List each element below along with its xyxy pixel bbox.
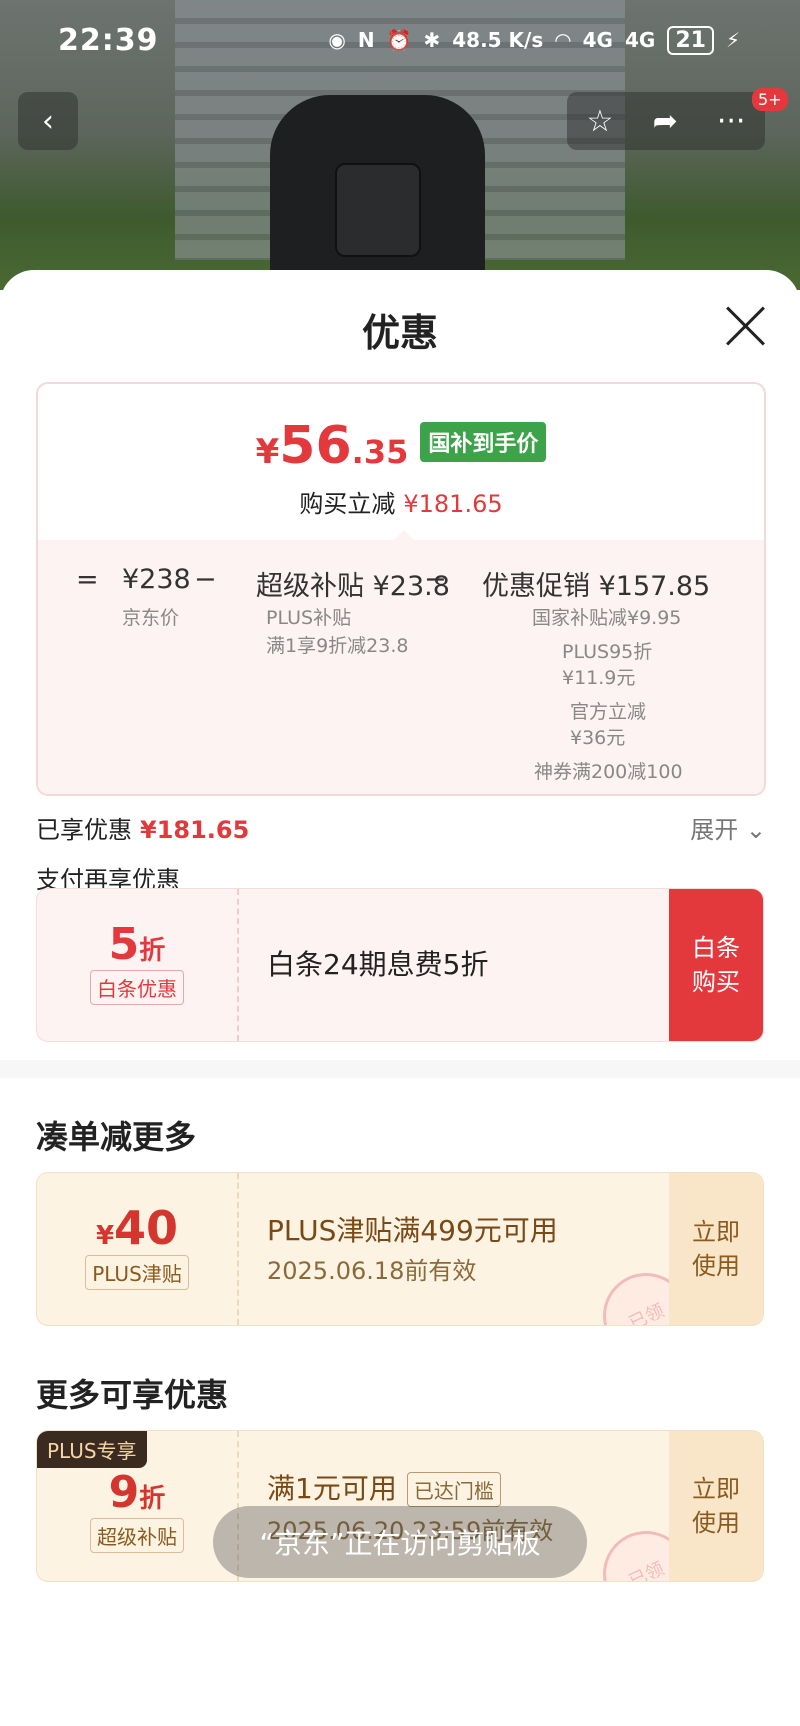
allowance-tag: PLUS津贴 bbox=[85, 1255, 189, 1290]
baitiao-discount: 5折 bbox=[108, 919, 166, 970]
reduce-label: 购买立减 bbox=[299, 490, 396, 518]
equals-sign: = bbox=[76, 564, 99, 595]
subsidy-discount: 9折 bbox=[108, 1467, 166, 1518]
bottle-image bbox=[270, 95, 485, 290]
gov-subsidy-tag: 国补到手价 bbox=[420, 422, 547, 462]
wifi-icon: ◠ bbox=[555, 28, 571, 52]
promo-detail-5: ¥36元 bbox=[570, 727, 626, 749]
baitiao-buy-button[interactable]: 白条 购买 bbox=[669, 889, 763, 1041]
price-formula: = ¥238 − 超级补贴 ¥23.8 − 优惠促销 ¥157.85 京东价 P… bbox=[38, 530, 764, 794]
message-badge: 5+ bbox=[752, 88, 788, 111]
combine-section-title: 凑单减更多 bbox=[36, 1118, 197, 1156]
reduce-row: 购买立减 ¥181.65 bbox=[38, 484, 764, 519]
share-icon[interactable]: ➦ bbox=[653, 104, 678, 139]
baitiao-coupon: 5折 白条优惠 白条24期息费5折 白条 购买 bbox=[36, 888, 764, 1042]
net-speed: 48.5 K/s bbox=[452, 28, 544, 52]
promo-detail-1: 国家补贴减¥9.95 bbox=[532, 607, 682, 629]
minus-sign-2: − bbox=[424, 564, 447, 595]
clipboard-toast: “京东”正在访问剪贴板 bbox=[213, 1506, 587, 1578]
allowance-amount: ¥40 bbox=[95, 1201, 179, 1255]
enjoyed-value: ¥181.65 bbox=[140, 816, 250, 844]
promo-detail-2: PLUS95折 bbox=[562, 641, 653, 663]
reduce-value: ¥181.65 bbox=[403, 490, 503, 518]
baitiao-tag: 白条优惠 bbox=[90, 970, 184, 1005]
subsidy-amount: 超级补贴 ¥23.8 bbox=[256, 571, 450, 602]
jd-price: ¥238 bbox=[122, 564, 191, 595]
promo-detail-6: 神券满200减100 bbox=[534, 761, 683, 783]
close-icon[interactable] bbox=[724, 304, 768, 348]
allowance-expiry: 2025.06.18前有效 bbox=[267, 1257, 477, 1285]
status-icons: ◉ N ⏰ ✱ 48.5 K/s ◠ 4G 4G 21 ⚡ bbox=[328, 25, 740, 55]
subsidy-detail-1: PLUS补贴 bbox=[266, 607, 352, 629]
super-subsidy-tag: 超级补贴 bbox=[90, 1518, 184, 1553]
minus-sign-1: − bbox=[194, 564, 217, 595]
status-time: 22:39 bbox=[58, 22, 159, 58]
use-subsidy-button[interactable]: 立即 使用 bbox=[669, 1431, 763, 1581]
enjoyed-discount: 已享优惠 ¥181.65 bbox=[36, 810, 249, 845]
jd-price-label: 京东价 bbox=[122, 607, 180, 629]
subsidy-detail-2: 满1享9折减23.8 bbox=[266, 635, 409, 657]
enjoyed-label: 已享优惠 bbox=[36, 816, 132, 844]
threshold-tag: 已达门槛 bbox=[406, 1472, 501, 1507]
section-divider bbox=[0, 1060, 800, 1078]
baitiao-desc: 白条24期息费5折 bbox=[267, 948, 489, 981]
plus-allowance-coupon: ¥40 PLUS津贴 PLUS津贴满499元可用 2025.06.18前有效 已… bbox=[36, 1172, 764, 1326]
chevron-left-icon: ‹ bbox=[42, 103, 54, 139]
status-bar: 22:39 ◉ N ⏰ ✱ 48.5 K/s ◠ 4G 4G 21 ⚡ bbox=[58, 20, 740, 60]
signal-2: 4G bbox=[624, 28, 656, 52]
nfc-icon: N bbox=[357, 28, 375, 52]
promo-detail-4: 官方立减 bbox=[570, 701, 647, 723]
charging-icon: ⚡ bbox=[725, 28, 740, 52]
use-allowance-button[interactable]: 立即 使用 bbox=[669, 1173, 763, 1325]
promo-amount: 优惠促销 ¥157.85 bbox=[482, 571, 711, 602]
battery-icon: 21 bbox=[667, 25, 714, 55]
favorite-icon[interactable]: ☆ bbox=[587, 104, 614, 139]
final-price: ¥56.35 bbox=[255, 416, 409, 476]
back-button[interactable]: ‹ bbox=[18, 92, 78, 150]
signal-1: 4G bbox=[582, 28, 613, 52]
subsidy-desc: 满1元可用 已达门槛 bbox=[267, 1467, 501, 1507]
bluetooth-icon: ✱ bbox=[423, 28, 441, 52]
expand-button[interactable]: 展开 ⌄ bbox=[690, 810, 766, 845]
expand-label: 展开 bbox=[690, 816, 739, 844]
bottle-clip bbox=[335, 163, 421, 257]
more-icon[interactable]: ··· bbox=[717, 104, 746, 139]
eye-icon: ◉ bbox=[328, 28, 346, 52]
nav-actions: ☆ ➦ ··· bbox=[567, 92, 765, 150]
alarm-icon: ⏰ bbox=[386, 28, 412, 52]
allowance-desc: PLUS津贴满499元可用 bbox=[267, 1214, 558, 1247]
sheet-title: 优惠 bbox=[361, 311, 438, 355]
chevron-down-icon: ⌄ bbox=[745, 816, 766, 844]
promo-detail-3: ¥11.9元 bbox=[562, 667, 636, 689]
price-breakdown-card: ¥56.35 国补到手价 购买立减 ¥181.65 = ¥238 − 超级补贴 ¥… bbox=[36, 382, 766, 796]
more-section-title: 更多可享优惠 bbox=[36, 1376, 229, 1414]
